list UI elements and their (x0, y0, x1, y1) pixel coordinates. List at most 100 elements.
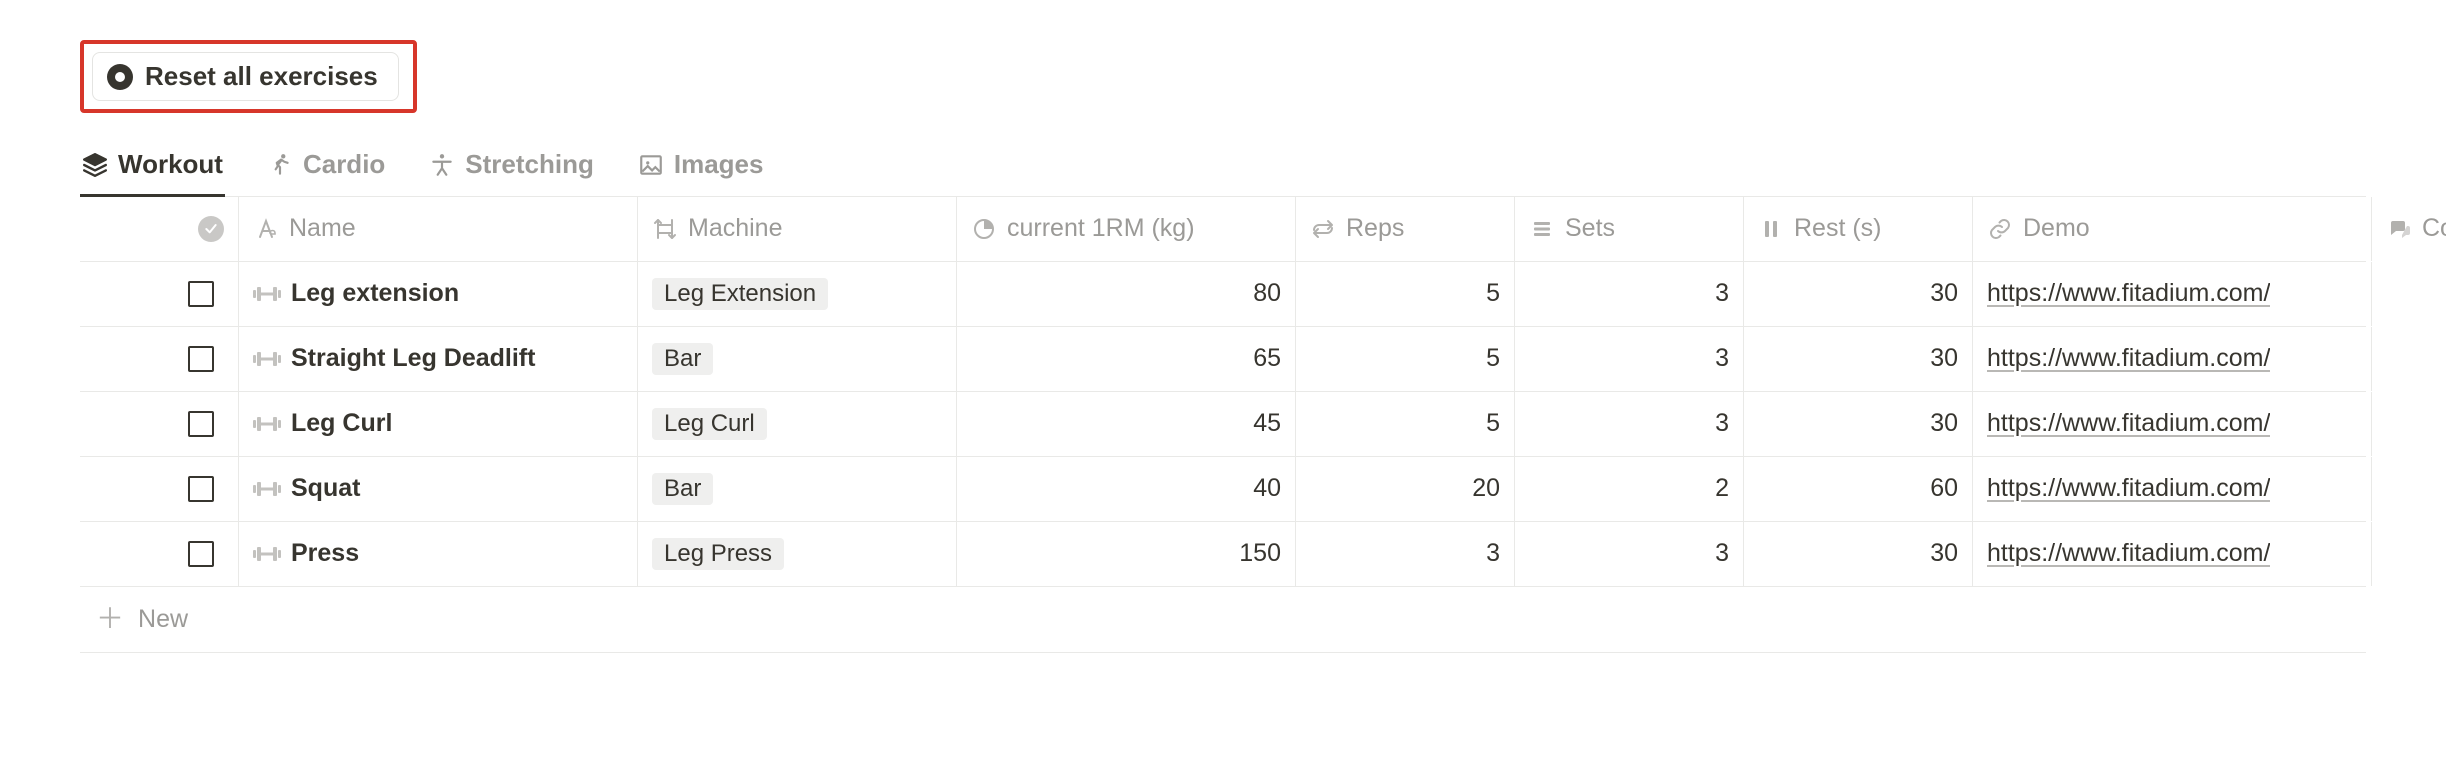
column-header-name[interactable]: Name (239, 197, 638, 261)
row-sets: 3 (1715, 409, 1729, 438)
row-checkbox-cell[interactable] (80, 327, 239, 391)
row-name-cell[interactable]: Straight Leg Deadlift (239, 327, 638, 391)
column-header-reps[interactable]: Reps (1296, 197, 1515, 261)
row-demo-link[interactable]: https://www.fitadium.com/ (1987, 279, 2270, 308)
row-comments-cell[interactable] (2372, 327, 2446, 391)
table-row[interactable]: Squat Bar 40 20 2 60 https://www.fitadiu… (80, 457, 2366, 522)
row-checkbox-cell[interactable] (80, 457, 239, 521)
row-checkbox-cell[interactable] (80, 522, 239, 586)
row-name-cell[interactable]: Press (239, 522, 638, 586)
checkbox[interactable] (188, 281, 214, 307)
running-icon (267, 152, 293, 178)
row-sets-cell[interactable]: 3 (1515, 327, 1744, 391)
new-row-label: New (138, 605, 188, 634)
table-row[interactable]: Press Leg Press 150 3 3 30 https://www.f… (80, 522, 2366, 587)
row-rest: 60 (1930, 474, 1958, 503)
column-header-comments[interactable]: Comments (2372, 197, 2446, 261)
accessibility-icon (429, 152, 455, 178)
new-row-button[interactable]: ＋ New (80, 587, 2366, 653)
row-1rm: 65 (1253, 344, 1281, 373)
row-demo-cell[interactable]: https://www.fitadium.com/ (1973, 522, 2372, 586)
row-machine-cell[interactable]: Bar (638, 457, 957, 521)
row-sets-cell[interactable]: 3 (1515, 262, 1744, 326)
table-header-row: Name Machine current 1RM (kg) Reps (80, 197, 2366, 262)
row-reps-cell[interactable]: 3 (1296, 522, 1515, 586)
exercise-table: Name Machine current 1RM (kg) Reps (80, 197, 2366, 653)
column-header-rest[interactable]: Rest (s) (1744, 197, 1973, 261)
row-demo-link[interactable]: https://www.fitadium.com/ (1987, 344, 2270, 373)
table-row[interactable]: Leg extension Leg Extension 80 5 3 30 ht… (80, 262, 2366, 327)
row-machine-cell[interactable]: Leg Press (638, 522, 957, 586)
row-demo-cell[interactable]: https://www.fitadium.com/ (1973, 262, 2372, 326)
row-1rm-cell[interactable]: 40 (957, 457, 1296, 521)
row-demo-link[interactable]: https://www.fitadium.com/ (1987, 409, 2270, 438)
row-machine-cell[interactable]: Bar (638, 327, 957, 391)
column-header-checkbox[interactable] (80, 197, 239, 261)
machine-tag: Leg Extension (652, 278, 828, 310)
tab-workout[interactable]: Workout (80, 139, 225, 197)
row-comments-cell[interactable] (2372, 262, 2446, 326)
row-comments-cell[interactable] (2372, 457, 2446, 521)
row-reps-cell[interactable]: 20 (1296, 457, 1515, 521)
table-row[interactable]: Straight Leg Deadlift Bar 65 5 3 30 http… (80, 327, 2366, 392)
row-rest-cell[interactable]: 30 (1744, 522, 1973, 586)
row-1rm-cell[interactable]: 45 (957, 392, 1296, 456)
dumbbell-icon (253, 345, 281, 373)
tab-images[interactable]: Images (636, 139, 766, 197)
row-sets-cell[interactable]: 3 (1515, 392, 1744, 456)
row-1rm-cell[interactable]: 80 (957, 262, 1296, 326)
row-reps-cell[interactable]: 5 (1296, 327, 1515, 391)
row-comments-cell[interactable] (2372, 392, 2446, 456)
row-name: Leg extension (291, 279, 459, 308)
machine-tag: Leg Curl (652, 408, 767, 440)
row-rest-cell[interactable]: 60 (1744, 457, 1973, 521)
row-comments-cell[interactable] (2372, 522, 2446, 586)
plus-icon: ＋ (96, 605, 124, 633)
checkbox[interactable] (188, 346, 214, 372)
reset-all-exercises-button[interactable]: Reset all exercises (92, 52, 399, 101)
checkbox[interactable] (188, 411, 214, 437)
checkmark-circle-icon (198, 216, 224, 242)
row-checkbox-cell[interactable] (80, 392, 239, 456)
row-reps: 20 (1472, 474, 1500, 503)
tab-stretching[interactable]: Stretching (427, 139, 596, 197)
tab-cardio[interactable]: Cardio (265, 139, 387, 197)
row-1rm-cell[interactable]: 65 (957, 327, 1296, 391)
row-demo-cell[interactable]: https://www.fitadium.com/ (1973, 327, 2372, 391)
row-demo-link[interactable]: https://www.fitadium.com/ (1987, 539, 2270, 568)
machine-tag: Bar (652, 473, 713, 505)
row-sets: 3 (1715, 539, 1729, 568)
view-tabs: Workout Cardio Stretching Images (80, 139, 2366, 197)
column-label: current 1RM (kg) (1007, 214, 1195, 243)
row-reps-cell[interactable]: 5 (1296, 392, 1515, 456)
row-rest-cell[interactable]: 30 (1744, 262, 1973, 326)
table-row[interactable]: Leg Curl Leg Curl 45 5 3 30 https://www.… (80, 392, 2366, 457)
dumbbell-icon (253, 540, 281, 568)
row-demo-cell[interactable]: https://www.fitadium.com/ (1973, 457, 2372, 521)
row-name-cell[interactable]: Leg extension (239, 262, 638, 326)
row-machine-cell[interactable]: Leg Curl (638, 392, 957, 456)
checkbox[interactable] (188, 476, 214, 502)
tab-label: Cardio (303, 149, 385, 180)
row-demo-link[interactable]: https://www.fitadium.com/ (1987, 474, 2270, 503)
row-name: Squat (291, 474, 360, 503)
row-name-cell[interactable]: Squat (239, 457, 638, 521)
row-rest-cell[interactable]: 30 (1744, 392, 1973, 456)
row-reps: 5 (1486, 344, 1500, 373)
row-checkbox-cell[interactable] (80, 262, 239, 326)
row-demo-cell[interactable]: https://www.fitadium.com/ (1973, 392, 2372, 456)
row-reps-cell[interactable]: 5 (1296, 262, 1515, 326)
row-rest: 30 (1930, 279, 1958, 308)
column-header-demo[interactable]: Demo (1973, 197, 2372, 261)
row-machine-cell[interactable]: Leg Extension (638, 262, 957, 326)
checkbox[interactable] (188, 541, 214, 567)
pause-icon (1758, 216, 1784, 242)
column-header-machine[interactable]: Machine (638, 197, 957, 261)
row-name-cell[interactable]: Leg Curl (239, 392, 638, 456)
row-1rm-cell[interactable]: 150 (957, 522, 1296, 586)
column-header-1rm[interactable]: current 1RM (kg) (957, 197, 1296, 261)
row-rest-cell[interactable]: 30 (1744, 327, 1973, 391)
row-sets-cell[interactable]: 2 (1515, 457, 1744, 521)
row-sets-cell[interactable]: 3 (1515, 522, 1744, 586)
column-header-sets[interactable]: Sets (1515, 197, 1744, 261)
